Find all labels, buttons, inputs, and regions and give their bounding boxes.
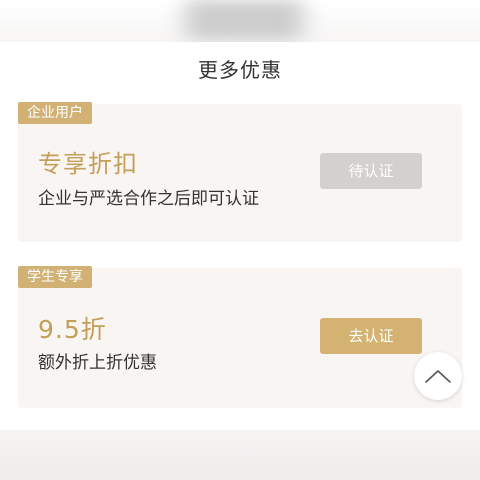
scroll-to-top-button[interactable] <box>414 352 462 400</box>
panel-bottom <box>0 430 480 480</box>
blurred-header-element <box>170 0 318 40</box>
go-verify-button[interactable]: 去认证 <box>320 318 422 354</box>
enterprise-offer-description: 企业与严选合作之后即可认证 <box>38 189 259 209</box>
student-badge: 学生专享 <box>18 266 92 288</box>
enterprise-offer-card: 企业用户 专享折扣 企业与严选合作之后即可认证 待认证 <box>18 102 462 242</box>
enterprise-badge: 企业用户 <box>18 102 92 124</box>
chevron-up-icon <box>425 370 451 383</box>
pending-verification-button[interactable]: 待认证 <box>320 153 422 189</box>
student-offer-title: 9.5折 <box>38 315 107 344</box>
enterprise-offer-title: 专享折扣 <box>38 150 138 178</box>
student-offer-card: 学生专享 9.5折 额外折上折优惠 去认证 <box>18 266 462 408</box>
student-offer-description: 额外折上折优惠 <box>38 353 157 373</box>
section-title: 更多优惠 <box>198 58 282 82</box>
